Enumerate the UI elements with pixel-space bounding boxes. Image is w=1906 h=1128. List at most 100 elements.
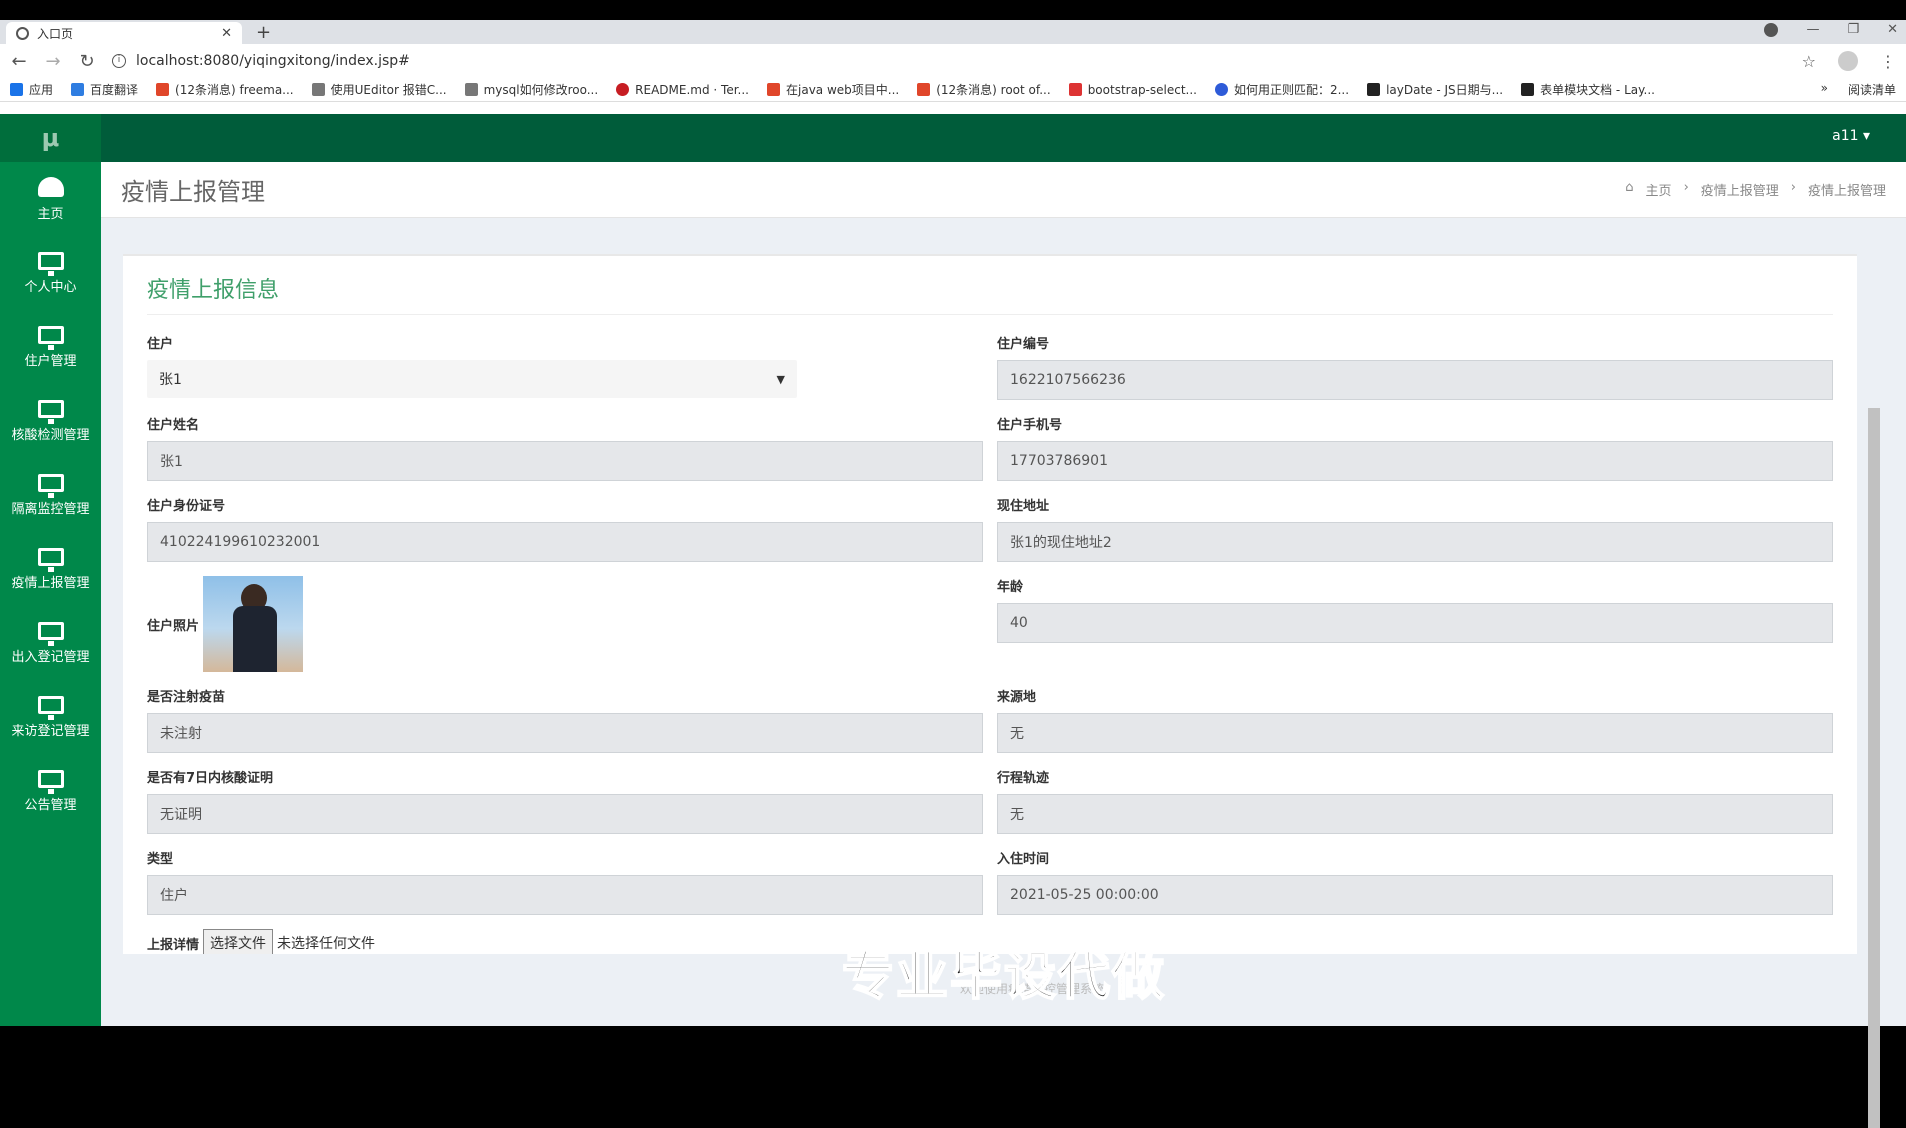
checkin-time-input[interactable]: 2021-05-25 00:00:00 — [997, 875, 1833, 915]
resident-select[interactable]: 张1 ▼ — [147, 360, 797, 398]
sidebar-item-entry-exit[interactable]: 出入登记管理 — [0, 606, 101, 680]
field-label: 住户照片 — [147, 618, 200, 634]
file-status: 未选择任何文件 — [277, 936, 376, 952]
bookmark-favicon-icon — [767, 83, 780, 96]
monitor-icon — [37, 473, 64, 498]
bookmark-item[interactable]: mysql如何修改roo... — [464, 81, 598, 98]
scrollbar[interactable] — [1868, 408, 1880, 1128]
breadcrumb-section[interactable]: 疫情上报管理 — [1701, 180, 1779, 199]
field-label: 住户 — [147, 337, 174, 352]
more-bookmarks-button[interactable]: » — [1821, 81, 1828, 98]
close-window-button[interactable]: ✕ — [1887, 22, 1898, 37]
field-label: 现住地址 — [997, 499, 1050, 514]
browser-tab[interactable]: 入口页 ✕ — [6, 22, 242, 44]
restore-button[interactable]: ❐ — [1847, 22, 1859, 37]
url-field[interactable]: i localhost:8080/yiqingxitong/index.jsp# — [112, 48, 1786, 74]
panel-title: 疫情上报信息 — [147, 272, 1833, 315]
field-label: 行程轨迹 — [997, 771, 1050, 786]
info-icon[interactable]: i — [112, 54, 126, 68]
field-label: 上报详情 — [147, 937, 200, 953]
age-input[interactable]: 40 — [997, 603, 1833, 643]
form-grid: 住户 张1 ▼ 住户编号 1622107566236 住户姓名 张1 住户手机号… — [147, 333, 1833, 915]
reload-icon[interactable]: ↻ — [78, 51, 96, 72]
origin-input[interactable]: 无 — [997, 713, 1833, 753]
field-trip: 行程轨迹 无 — [997, 767, 1833, 834]
sidebar-item-visitor[interactable]: 来访登记管理 — [0, 680, 101, 754]
field-label: 是否有7日内核酸证明 — [147, 771, 274, 786]
new-tab-button[interactable]: + — [256, 22, 271, 43]
bookmark-favicon-icon — [1068, 83, 1082, 96]
field-phone: 住户手机号 17703786901 — [997, 414, 1833, 481]
monitor-icon — [37, 621, 64, 646]
back-arrow-icon[interactable]: ← — [10, 51, 28, 72]
monitor-icon — [37, 769, 64, 794]
bookmark-item[interactable]: 如何用正则匹配：2... — [1214, 81, 1349, 98]
sidebar-item-residents[interactable]: 住户管理 — [0, 310, 101, 384]
profile-icon[interactable] — [1838, 51, 1858, 71]
sidebar-item-notice[interactable]: 公告管理 — [0, 754, 101, 828]
sidebar-item-epidemic-report[interactable]: 疫情上报管理 — [0, 532, 101, 606]
bookmark-item[interactable]: 表单模块文档 - Lay... — [1521, 81, 1655, 98]
sidebar-item-profile[interactable]: 个人中心 — [0, 236, 101, 310]
breadcrumb-home[interactable]: 主页 — [1646, 180, 1672, 199]
phone-input[interactable]: 17703786901 — [997, 441, 1833, 481]
reading-list-button[interactable]: 阅读清单 — [1848, 81, 1896, 98]
bookmark-item[interactable]: bootstrap-select... — [1068, 83, 1197, 97]
bookmark-item[interactable]: 使用UEditor 报错C... — [311, 81, 447, 98]
bookmark-item[interactable]: layDate - JS日期与... — [1367, 81, 1503, 98]
sidebar-item-home[interactable]: 主页 — [0, 162, 101, 236]
field-label: 住户姓名 — [147, 418, 200, 433]
id-number-input[interactable]: 410224199610232001 — [147, 522, 983, 562]
url-text: localhost:8080/yiqingxitong/index.jsp# — [136, 53, 410, 69]
bookmark-item[interactable]: 在java web项目中... — [767, 81, 899, 98]
sidebar-item-nucleic-test[interactable]: 核酸检测管理 — [0, 384, 101, 458]
window-controls: — ❐ ✕ — [1764, 22, 1898, 37]
choose-file-button[interactable]: 选择文件 — [203, 929, 274, 954]
field-label: 住户身份证号 — [147, 499, 226, 514]
resident-photo — [203, 576, 304, 672]
field-resident-no: 住户编号 1622107566236 — [997, 333, 1833, 400]
sidebar: μ 主页 个人中心 住户管理 核酸检测管理 隔离监控管理 疫情上报管理 出入登记… — [0, 114, 101, 1026]
field-vaccine: 是否注射疫苗 未注射 — [147, 686, 983, 753]
user-menu[interactable]: a11 ▾ — [1832, 128, 1870, 144]
minimize-button[interactable]: — — [1806, 22, 1819, 37]
watermark-text: 专业毕设代做 — [841, 946, 1167, 1008]
menu-dots-icon[interactable]: ⋮ — [1880, 52, 1896, 71]
field-photo: 住户照片 — [147, 576, 983, 672]
close-tab-icon[interactable]: ✕ — [221, 26, 232, 41]
bookmark-favicon-icon — [1214, 83, 1228, 96]
star-icon[interactable]: ☆ — [1802, 52, 1816, 71]
sidebar-item-isolation[interactable]: 隔离监控管理 — [0, 458, 101, 532]
forward-arrow-icon[interactable]: → — [44, 51, 62, 72]
record-icon[interactable] — [1764, 22, 1779, 37]
bookmark-favicon-icon — [1521, 83, 1535, 96]
type-input[interactable]: 住户 — [147, 875, 983, 915]
trip-input[interactable]: 无 — [997, 794, 1833, 834]
bookmarks-overflow: » 阅读清单 — [1821, 81, 1896, 98]
chevron-right-icon: › — [1790, 180, 1796, 195]
address-bar-row: ← → ↻ i localhost:8080/yiqingxitong/inde… — [0, 44, 1906, 78]
name-input[interactable]: 张1 — [147, 441, 983, 481]
dashboard-icon — [37, 176, 64, 197]
page-title: 疫情上报管理 — [121, 178, 265, 206]
bookmark-item[interactable]: (12条消息) freema... — [156, 81, 294, 98]
form-panel: 疫情上报信息 住户 张1 ▼ 住户编号 1622107566236 住户姓名 张1 — [123, 254, 1857, 954]
nucleic-proof-input[interactable]: 无证明 — [147, 794, 983, 834]
field-checkin: 入住时间 2021-05-25 00:00:00 — [997, 848, 1833, 915]
resident-no-input[interactable]: 1622107566236 — [997, 360, 1833, 400]
address-input[interactable]: 张1的现住地址2 — [997, 522, 1833, 562]
bookmark-item[interactable]: README.md · Ter... — [616, 83, 749, 97]
field-label: 是否注射疫苗 — [147, 690, 226, 705]
monitor-icon — [37, 399, 64, 424]
bookmark-item[interactable]: (12条消息) root of... — [917, 81, 1051, 98]
top-navbar: a11 ▾ — [101, 114, 1906, 162]
field-label: 年龄 — [997, 580, 1024, 595]
bookmark-item[interactable]: 百度翻译 — [71, 81, 138, 98]
breadcrumb-current: 疫情上报管理 — [1807, 184, 1886, 199]
field-name: 住户姓名 张1 — [147, 414, 983, 481]
browser-window: 入口页 ✕ + — ❐ ✕ ← → ↻ i localhost:8080/yiq… — [0, 20, 1906, 1128]
bookmark-apps[interactable]: 应用 — [10, 81, 53, 98]
vaccine-input[interactable]: 未注射 — [147, 713, 983, 753]
app-root: μ 主页 个人中心 住户管理 核酸检测管理 隔离监控管理 疫情上报管理 出入登记… — [0, 114, 1906, 1128]
field-id: 住户身份证号 410224199610232001 — [147, 495, 983, 562]
